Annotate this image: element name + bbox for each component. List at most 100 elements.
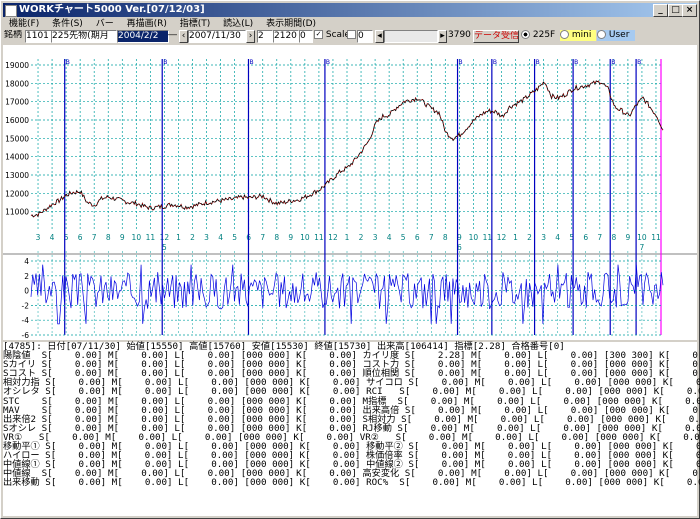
field-a[interactable]: 2 xyxy=(257,30,273,43)
x-month-tick-label: 2 xyxy=(359,233,364,242)
x-month-tick-label: 4 xyxy=(387,233,392,242)
scale-value-field[interactable]: 0 xyxy=(357,30,373,43)
x-month-tick-label: 11 xyxy=(651,233,661,242)
osc-y-tick-label: -6 xyxy=(22,331,30,340)
menu-condition[interactable]: 条件(S) xyxy=(52,19,83,29)
x-month-tick-label: 4 xyxy=(555,233,560,242)
x-month-tick-label: 8 xyxy=(443,233,448,242)
x-month-tick-label: 7 xyxy=(429,233,434,242)
price-y-tick-label: 12000 xyxy=(5,189,29,198)
price-y-tick-label: 16000 xyxy=(5,116,29,125)
chart-svg: 19000 18000 17000 16000 15000 14000 13000 12000… xyxy=(3,45,697,340)
maximize-button[interactable]: □ xyxy=(668,4,683,17)
end-date-field[interactable]: 2007/11/30 xyxy=(188,30,246,43)
signal-marker-label: B xyxy=(163,59,167,66)
signal-marker-label: B xyxy=(326,59,330,66)
signal-marker-label: B xyxy=(493,59,497,66)
minimize-button[interactable]: _ xyxy=(653,4,668,17)
price-y-tick-label: 18000 xyxy=(5,79,29,88)
x-month-tick-label: 5 xyxy=(232,233,237,242)
x-month-tick-label: 2 xyxy=(527,233,532,242)
signal-marker-label: B xyxy=(66,59,70,66)
x-month-tick-label: 3 xyxy=(541,233,546,242)
x-month-tick-label: 10 xyxy=(637,233,647,242)
osc-y-tick-label: -4 xyxy=(22,316,30,325)
radio-225f[interactable]: 225F xyxy=(521,30,561,41)
x-month-tick-label: 6 xyxy=(415,233,420,242)
window-title: WORKチャート5000 Ver.[07/12/03] xyxy=(19,4,205,15)
signal-marker-label: B xyxy=(637,59,641,66)
menu-function[interactable]: 機能(F) xyxy=(9,19,39,29)
x-month-tick-label: 8 xyxy=(274,233,279,242)
x-month-tick-label: 9 xyxy=(120,233,125,242)
date-next-button[interactable]: › xyxy=(246,30,255,43)
scale-checkbox-2[interactable] xyxy=(347,30,356,41)
x-month-tick-label: 9 xyxy=(625,233,630,242)
x-month-tick-label: 2 xyxy=(190,233,195,242)
menu-redraw[interactable]: 再描画(R) xyxy=(127,19,167,29)
scroll-right-button[interactable]: ▸ xyxy=(438,30,447,43)
menu-indicator[interactable]: 指標(T) xyxy=(180,19,211,29)
x-month-tick-label: 4 xyxy=(218,233,223,242)
x-month-tick-label: 7 xyxy=(597,233,602,242)
osc-y-tick-label: 0 xyxy=(24,287,29,296)
x-month-tick-label: 12 xyxy=(160,233,170,242)
radio-mini[interactable]: mini xyxy=(560,30,596,41)
x-month-tick-label: 6 xyxy=(78,233,83,242)
menu-display-period[interactable]: 表示期間(D) xyxy=(266,19,316,29)
x-month-tick-label: 3 xyxy=(36,233,41,242)
data-receive-button[interactable]: データ受信 xyxy=(473,30,519,43)
x-month-tick-label: 1 xyxy=(513,233,518,242)
price-y-tick-label: 17000 xyxy=(5,98,29,107)
x-month-tick-label: 7 xyxy=(260,233,265,242)
osc-y-tick-label: 2 xyxy=(24,272,29,281)
osc-y-tick-label: -2 xyxy=(22,301,30,310)
chart-area: 19000 18000 17000 16000 15000 14000 13000 12000… xyxy=(3,45,697,340)
scroll-track[interactable] xyxy=(384,30,438,43)
x-month-tick-label: 10 xyxy=(132,233,142,242)
x-month-tick-label: 6 xyxy=(583,233,588,242)
osc-y-tick-label: 4 xyxy=(24,257,29,266)
x-month-tick-label: 7 xyxy=(92,233,97,242)
x-month-tick-label: 11 xyxy=(483,233,493,242)
x-month-tick-label: 12 xyxy=(497,233,507,242)
date-prev-button[interactable]: ‹ xyxy=(179,30,188,43)
price-y-tick-label: 19000 xyxy=(5,61,29,70)
code-name-field[interactable]: 225先物(期月 xyxy=(51,30,117,43)
x-month-tick-label: 5 xyxy=(401,233,406,242)
check-icon[interactable]: ✓ xyxy=(314,30,323,39)
scale-checkbox-group[interactable]: ✓ Scale xyxy=(314,30,348,41)
price-y-tick-label: 15000 xyxy=(5,134,29,143)
scroll-left-button[interactable]: ◂ xyxy=(375,30,384,43)
code-label: 銘柄 xyxy=(4,30,23,40)
x-month-tick-label: 3 xyxy=(204,233,209,242)
indicator-info-panel: [4785]: 日付[07/11/30] 始値[15550] 高値[15760]… xyxy=(3,342,700,516)
x-month-tick-label: 10 xyxy=(300,233,310,242)
signal-marker-label: B xyxy=(249,59,253,66)
x-month-tick-label: 11 xyxy=(314,233,324,242)
indicator-row: 出来移動 S[ 0.00] M[ 0.00] L[ 0.00] [000 000… xyxy=(3,477,700,489)
radio-selected-icon[interactable] xyxy=(521,30,530,39)
x-month-tick-label: 8 xyxy=(106,233,111,242)
x-month-tick-label: 1 xyxy=(176,233,181,242)
price-y-tick-label: 13000 xyxy=(5,171,29,180)
separator-dash: ― xyxy=(168,30,177,40)
app-icon xyxy=(5,5,17,17)
app-window: WORKチャート5000 Ver.[07/12/03] _ □ × 機能(F) … xyxy=(0,0,700,519)
x-month-tick-label: 11 xyxy=(146,233,156,242)
field-b[interactable]: 2120 xyxy=(273,30,299,43)
menu-load[interactable]: 読込(L) xyxy=(223,19,253,29)
close-button[interactable]: × xyxy=(682,4,697,17)
title-bar: WORKチャート5000 Ver.[07/12/03] _ □ × xyxy=(3,3,697,17)
radio-user[interactable]: User xyxy=(597,30,635,41)
start-date-field[interactable]: 2004/2/2 xyxy=(117,30,169,43)
menu-bar-type[interactable]: バー xyxy=(96,19,114,29)
code-input[interactable]: 1101 xyxy=(25,30,52,43)
x-month-tick-label: 8 xyxy=(611,233,616,242)
x-month-tick-label: 12 xyxy=(328,233,338,242)
signal-marker-label: B xyxy=(611,59,615,66)
price-y-tick-label: 11000 xyxy=(5,208,29,217)
signal-marker-label: B xyxy=(574,59,578,66)
field-c[interactable]: 0 xyxy=(299,30,313,43)
x-month-tick-label: 3 xyxy=(373,233,378,242)
